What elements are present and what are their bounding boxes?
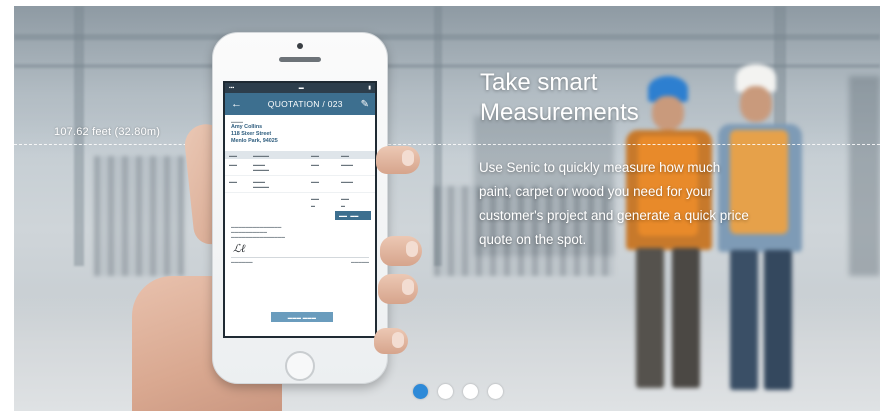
slider-pagination — [413, 384, 503, 399]
total-bar: ▬▬ ▬▬ — [229, 211, 371, 220]
quotation-title: QUOTATION / 023 — [267, 99, 343, 109]
customer-city: Menlo Park, 94025 — [231, 138, 278, 144]
slide-description: Use Senic to quickly measure how much pa… — [479, 156, 784, 252]
headline-line: Measurements — [480, 99, 639, 126]
items-table-header: ▬▬ ▬▬▬▬ ▬▬ ▬▬ — [225, 151, 375, 159]
speaker-grille — [279, 57, 321, 62]
app-bar: ← QUOTATION / 023 ✎ — [225, 93, 375, 115]
status-bar: ▪▪▪ ▬ ▮ — [225, 83, 375, 93]
signature-line: ▬▬▬▬▬▬ ▬▬▬▬▬ — [231, 257, 369, 264]
description-line: customer's project and generate a quick … — [479, 208, 749, 223]
pagination-dot-1[interactable] — [413, 384, 428, 399]
measurement-label: 107.62 feet (32.80m) — [54, 126, 161, 138]
send-quote-button[interactable]: ▬▬▬ ▬▬▬ — [271, 312, 333, 322]
phone-screen: ▪▪▪ ▬ ▮ ← QUOTATION / 023 ✎ ▬▬▬ Amy Collin… — [223, 81, 377, 338]
phone-mockup: ▪▪▪ ▬ ▮ ← QUOTATION / 023 ✎ ▬▬▬ Amy Collin… — [212, 32, 388, 384]
table-row: ▬▬ ▬▬▬ ▬▬▬▬ ▬▬ ▬▬▬ — [225, 159, 375, 176]
customer-name: Amy Collins — [231, 124, 263, 130]
finger — [378, 274, 418, 304]
headline-line: Take smart — [480, 69, 598, 96]
customer-block: ▬▬▬ Amy Collins 118 Sixer Street Menlo P… — [225, 115, 375, 147]
description-line: quote on the spot. — [479, 232, 587, 247]
finger — [374, 328, 408, 354]
pagination-dot-4[interactable] — [488, 384, 503, 399]
measurement-line — [14, 144, 880, 145]
signature: ℒℓ — [233, 242, 246, 255]
home-button — [285, 351, 315, 381]
pagination-dot-2[interactable] — [438, 384, 453, 399]
totals-block: ▬▬ ▬▬ ▬ ▬ — [311, 196, 349, 208]
arrow-left-icon[interactable]: ← — [231, 98, 242, 110]
description-line: Use Senic to quickly measure how much — [479, 160, 721, 175]
customer-street: 118 Sixer Street — [231, 131, 272, 137]
finger — [380, 236, 422, 266]
finger — [376, 146, 420, 174]
slide-headline: Take smart Measurements — [480, 68, 720, 128]
camera-dot — [297, 43, 303, 49]
table-row: ▬▬ ▬▬▬ ▬▬▬▬ ▬▬ ▬▬▬ — [225, 176, 375, 193]
quote-notes: ▬▬▬▬▬▬▬▬▬▬▬▬▬▬ ▬▬▬▬▬▬▬▬▬▬ ▬▬▬▬▬▬▬▬▬▬▬▬▬▬▬ — [231, 225, 285, 239]
pagination-dot-3[interactable] — [463, 384, 478, 399]
description-line: paint, carpet or wood you need for your — [479, 184, 712, 199]
pencil-icon[interactable]: ✎ — [361, 99, 369, 110]
hero-slider: 107.62 feet (32.80m) Take smart Measurem… — [14, 6, 880, 411]
